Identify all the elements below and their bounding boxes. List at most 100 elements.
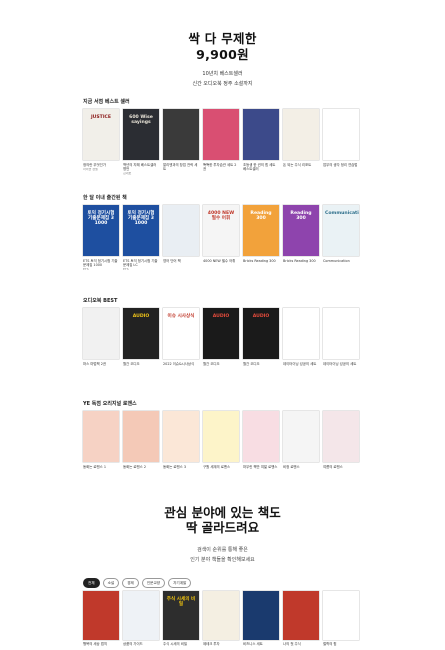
book-item[interactable]: JUSTICE 정의란 무엇인가 마이클 샌델: [83, 109, 119, 176]
book-title[interactable]: 여름의 로맨스: [323, 465, 359, 469]
book-item[interactable]: 동화는 로맨스 2: [123, 411, 159, 469]
book-title[interactable]: 초등생 한 권의 힘 세트 베스트셀러: [243, 163, 279, 171]
book-item[interactable]: 동화는 로맨스 3: [163, 411, 199, 469]
book-title[interactable]: ETS 토익 정기시험 기출문제집 1000: [83, 259, 119, 267]
book-item[interactable]: 구원 세계의 로맨스: [203, 411, 239, 469]
book-cover[interactable]: [323, 109, 359, 160]
book-title[interactable]: 영어 단어 책: [163, 259, 199, 263]
book-item[interactable]: 주식 시세의 비밀 주식 시세의 비밀: [163, 591, 199, 646]
book-item[interactable]: AUDIO 월간 오디오: [123, 308, 159, 366]
book-cover[interactable]: [243, 109, 279, 160]
book-cover[interactable]: 주식 시세의 비밀: [163, 591, 199, 640]
book-title[interactable]: 데이터이닝 성공의 세트: [283, 362, 319, 366]
book-item[interactable]: 마스 마법책 2권: [83, 308, 119, 366]
book-cover[interactable]: 600 Wise sayings: [123, 109, 159, 160]
book-title[interactable]: Communication: [323, 259, 359, 263]
book-cover[interactable]: [283, 308, 319, 359]
book-item[interactable]: 알리엔과의 창업 전략 세트: [163, 109, 199, 176]
book-title[interactable]: 철학의 힘: [323, 642, 359, 646]
book-cover[interactable]: [203, 411, 239, 462]
book-item[interactable]: AUDIO 월간 오디오: [243, 308, 279, 366]
book-item[interactable]: 행복의 세상 법칙: [83, 591, 119, 646]
book-title[interactable]: ETS 토익 정기시험 기출문제집 LC: [123, 259, 159, 267]
book-cover[interactable]: [283, 411, 319, 462]
book-item[interactable]: 돈 되는 주식 리포트: [283, 109, 319, 176]
book-cover[interactable]: [323, 308, 359, 359]
book-cover[interactable]: [123, 591, 159, 640]
book-title[interactable]: 상품의 가이드: [123, 642, 159, 646]
book-title[interactable]: 마스 마법책 2권: [83, 362, 119, 366]
book-cover[interactable]: AUDIO: [123, 308, 159, 359]
book-item[interactable]: 비정 로맨스: [283, 411, 319, 469]
book-title[interactable]: 돈 되는 주식 리포트: [283, 163, 319, 167]
book-cover[interactable]: [283, 591, 319, 640]
book-cover[interactable]: [283, 109, 319, 160]
chip-self-help[interactable]: 자기계발: [168, 578, 192, 588]
book-cover[interactable]: Reading 300: [243, 205, 279, 256]
book-title[interactable]: 마무린 책만 여덟 로맨스: [243, 465, 279, 469]
book-title[interactable]: 비즈니스 세트: [243, 642, 279, 646]
book-title[interactable]: 2022 이슈&시사상식: [163, 362, 199, 366]
book-cover[interactable]: [123, 411, 159, 462]
book-cover[interactable]: 이슈 시사상식: [163, 308, 199, 359]
book-item[interactable]: 마무린 책만 여덟 로맨스: [243, 411, 279, 469]
book-cover[interactable]: [323, 411, 359, 462]
book-item[interactable]: 4000 NEW 필수 어휘 4000 NEW 필수 어휘: [203, 205, 239, 272]
book-cover[interactable]: Reading 300: [283, 205, 319, 256]
book-title[interactable]: 데이터이닝 성공의 세트: [323, 362, 359, 366]
book-item[interactable]: 초등생 한 권의 힘 세트 베스트셀러: [243, 109, 279, 176]
book-item[interactable]: 토익 정기시험 기출문제집 3 1000 ETS 토익 정기시험 기출문제집 10…: [83, 205, 119, 272]
book-cover[interactable]: JUSTICE: [83, 109, 119, 160]
book-title[interactable]: 알리엔과의 창업 전략 세트: [163, 163, 199, 171]
book-cover[interactable]: [83, 308, 119, 359]
book-item[interactable]: 동화는 로맨스 1: [83, 411, 119, 469]
book-item[interactable]: 업무의 생각 정리 연습법: [323, 109, 359, 176]
chip-humanities[interactable]: 인문교양: [141, 578, 166, 588]
chip-economy[interactable]: 경제: [122, 578, 139, 588]
book-cover[interactable]: [83, 591, 119, 640]
book-item[interactable]: 철학의 힘: [323, 591, 359, 646]
book-title[interactable]: 행복의 세상 법칙: [83, 642, 119, 646]
book-item[interactable]: 토익 정기시험 기출문제집 3 1000 ETS 토익 정기시험 기출문제집 LC…: [123, 205, 159, 272]
book-cover[interactable]: [163, 411, 199, 462]
book-title[interactable]: 똑똑한 투자습관 세트 2권: [203, 163, 239, 171]
book-title[interactable]: 월간 오디오: [243, 362, 279, 366]
book-cover[interactable]: [323, 591, 359, 640]
book-cover[interactable]: AUDIO: [203, 308, 239, 359]
book-item[interactable]: 여름의 로맨스: [323, 411, 359, 469]
book-title[interactable]: 나의 첫 주식: [283, 642, 319, 646]
book-item[interactable]: 비즈니스 세트: [243, 591, 279, 646]
book-cover[interactable]: 토익 정기시험 기출문제집 3 1000: [83, 205, 119, 256]
book-title[interactable]: 구원 세계의 로맨스: [203, 465, 239, 469]
book-cover[interactable]: [83, 411, 119, 462]
chip-novel[interactable]: 소설: [102, 578, 120, 588]
book-title[interactable]: 주식 시세의 비밀: [163, 642, 199, 646]
book-title[interactable]: 월간 오디오: [203, 362, 239, 366]
book-cover[interactable]: [243, 411, 279, 462]
book-item[interactable]: Reading 300 Bricks Reading 300: [283, 205, 319, 272]
chip-all[interactable]: 전체: [83, 578, 100, 588]
book-title[interactable]: 비정 로맨스: [283, 465, 319, 469]
book-cover[interactable]: [243, 591, 279, 640]
book-item[interactable]: 600 Wise sayings 백년의 지혜 베스트셀러 명언 김대호: [123, 109, 159, 176]
book-item[interactable]: 상품의 가이드: [123, 591, 159, 646]
book-title[interactable]: 동화는 로맨스 2: [123, 465, 159, 469]
book-cover[interactable]: Communication: [323, 205, 359, 256]
book-item[interactable]: 똑똑한 투자습관 세트 2권: [203, 109, 239, 176]
book-item[interactable]: Communication Communication: [323, 205, 359, 272]
book-cover[interactable]: [203, 109, 239, 160]
book-cover[interactable]: 4000 NEW 필수 어휘: [203, 205, 239, 256]
book-title[interactable]: 4000 NEW 필수 어휘: [203, 259, 239, 263]
book-item[interactable]: 이슈 시사상식 2022 이슈&시사상식: [163, 308, 199, 366]
book-title[interactable]: Bricks Reading 300: [283, 259, 319, 263]
book-title[interactable]: Bricks Reading 300: [243, 259, 279, 263]
book-item[interactable]: 제테크 투자: [203, 591, 239, 646]
book-item[interactable]: 데이터이닝 성공의 세트: [283, 308, 319, 366]
book-title[interactable]: 월간 오디오: [123, 362, 159, 366]
book-title[interactable]: 동화는 로맨스 1: [83, 465, 119, 469]
book-cover[interactable]: [163, 205, 199, 256]
book-title[interactable]: 업무의 생각 정리 연습법: [323, 163, 359, 167]
book-item[interactable]: 영어 단어 책: [163, 205, 199, 272]
book-item[interactable]: Reading 300 Bricks Reading 300: [243, 205, 279, 272]
book-item[interactable]: AUDIO 월간 오디오: [203, 308, 239, 366]
